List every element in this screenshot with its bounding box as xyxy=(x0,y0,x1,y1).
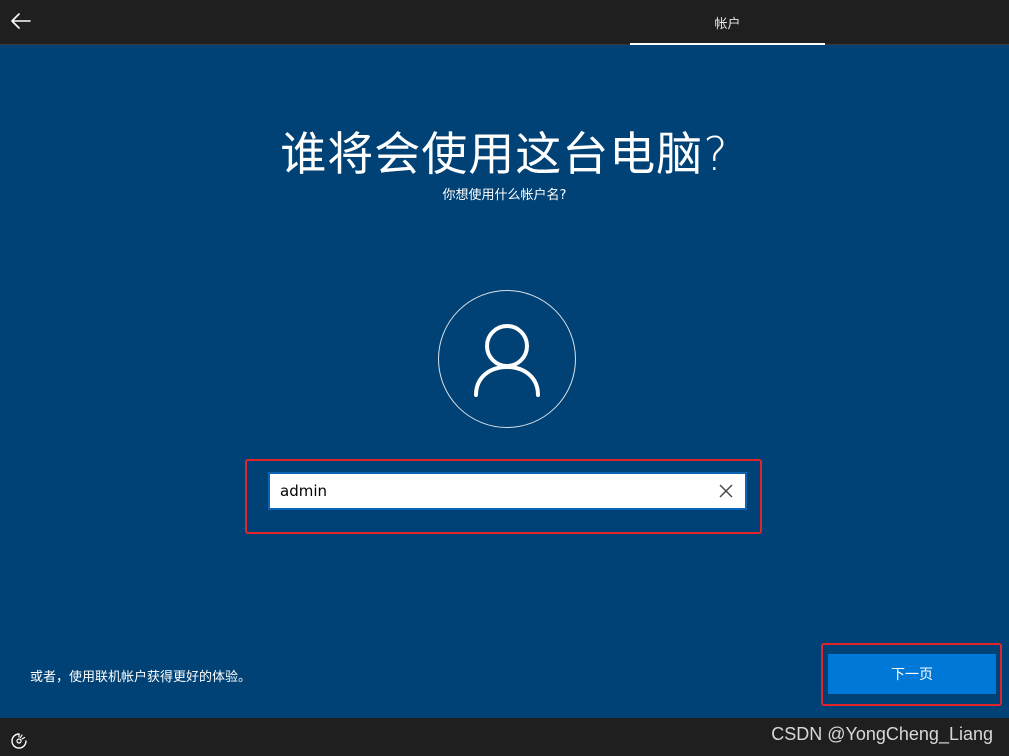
bottom-bar: CSDN @YongCheng_Liang xyxy=(0,718,1009,756)
user-icon xyxy=(474,324,540,397)
close-icon xyxy=(719,484,733,498)
back-button[interactable] xyxy=(6,6,36,36)
ease-of-access-icon xyxy=(11,733,27,749)
page-subtitle: 你想使用什么帐户名? xyxy=(442,188,567,203)
page-title: 谁将会使用这台电脑? xyxy=(280,127,729,181)
tab-account: 帐户 xyxy=(630,0,825,45)
watermark: CSDN @YongCheng_Liang xyxy=(771,724,993,744)
accessibility-button[interactable] xyxy=(8,730,30,752)
tab-active-indicator xyxy=(630,43,825,45)
arrow-left-icon xyxy=(11,13,31,29)
next-button[interactable]: 下一页 xyxy=(828,654,996,694)
online-account-link[interactable]: 或者，使用联机帐户获得更好的体验。 xyxy=(30,666,251,685)
username-input[interactable] xyxy=(270,474,700,508)
avatar xyxy=(438,290,576,428)
clear-button[interactable] xyxy=(715,480,737,502)
top-bar: 帐户 xyxy=(0,0,1009,45)
username-field xyxy=(268,472,747,510)
tab-account-label: 帐户 xyxy=(714,16,741,32)
